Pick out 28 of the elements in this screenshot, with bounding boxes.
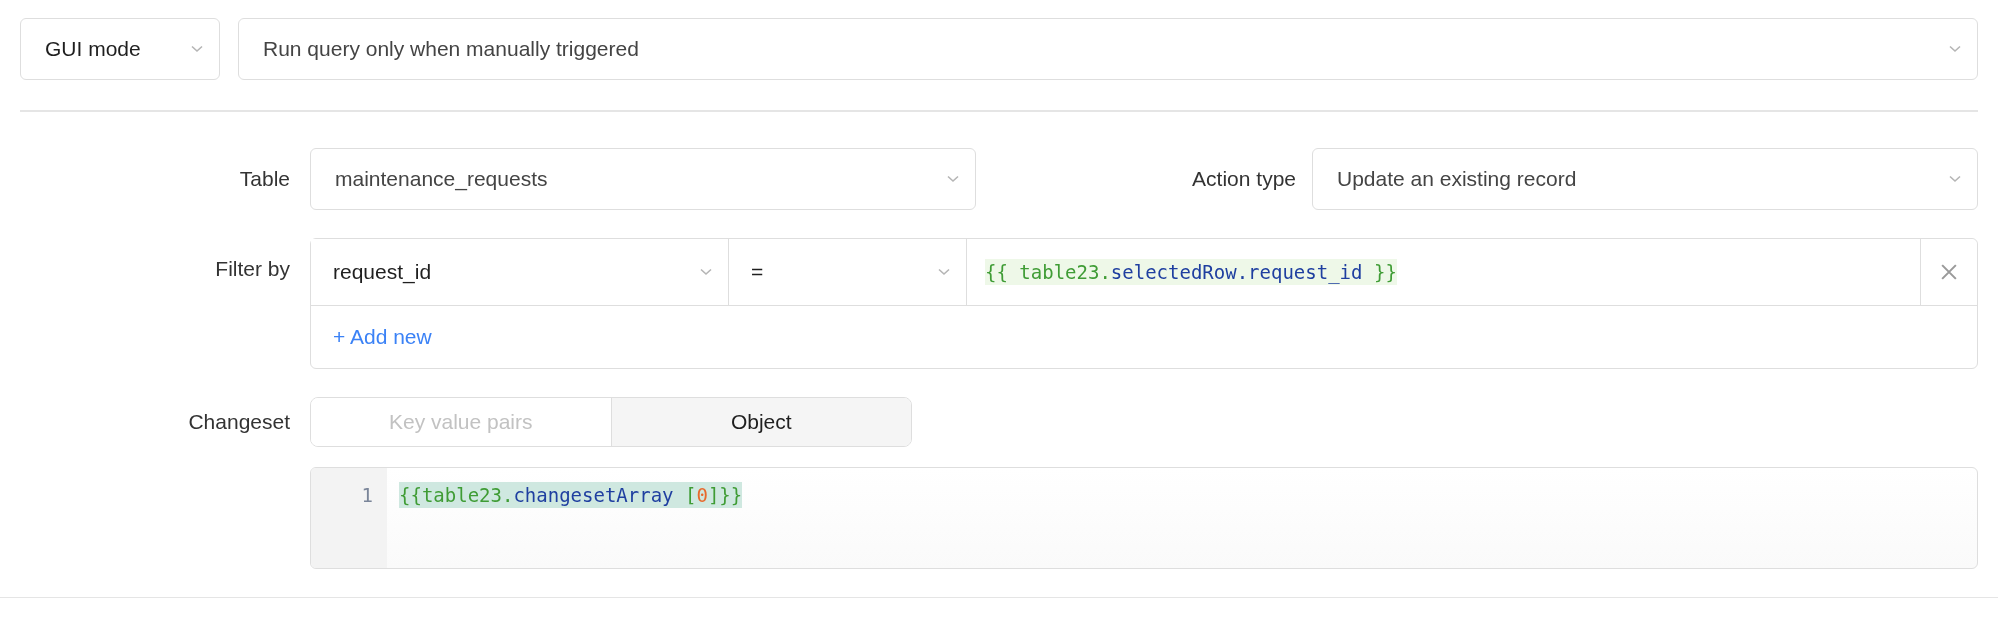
code-expression: {{ table23.selectedRow.request_id }}: [985, 258, 1397, 285]
field-label: Changeset: [187, 408, 291, 435]
add-new-link[interactable]: + Add new: [333, 324, 432, 349]
select-value: maintenance_requests: [335, 166, 549, 191]
column-dropdown[interactable]: request_id: [311, 238, 729, 305]
code-editor[interactable]: 1 {{table23.changesetArray [0]}}: [310, 466, 1978, 569]
mode-dropdown[interactable]: GUI mode: [20, 18, 220, 80]
chevron-down-icon: [191, 45, 203, 53]
segment-tab[interactable]: Object: [610, 397, 911, 446]
field-label: Action type: [1191, 166, 1297, 191]
chevron-down-icon: [938, 267, 950, 276]
table-dropdown[interactable]: maintenance_requests: [310, 147, 976, 210]
chevron-down-icon: [1949, 45, 1961, 53]
chevron-down-icon: [947, 174, 959, 183]
select-value: Update an existing record: [1337, 166, 1578, 191]
action-type-dropdown[interactable]: Update an existing record: [1312, 147, 1978, 210]
field-label: Filter by: [214, 255, 291, 282]
field-label: Table: [238, 165, 291, 192]
select-value: Run query only when manually triggered: [263, 37, 640, 61]
chevron-down-icon: [1949, 174, 1961, 183]
close-icon: [1941, 263, 1957, 280]
select-value: GUI mode: [45, 37, 142, 61]
select-value: request_id: [333, 259, 433, 284]
filter-value-field[interactable]: {{ table23.selectedRow.request_id }}: [967, 238, 1921, 305]
select-value: =: [751, 259, 765, 284]
trigger-dropdown[interactable]: Run query only when manually triggered: [238, 18, 1978, 80]
line-number: 1: [360, 483, 374, 506]
chevron-down-icon: [700, 267, 712, 276]
